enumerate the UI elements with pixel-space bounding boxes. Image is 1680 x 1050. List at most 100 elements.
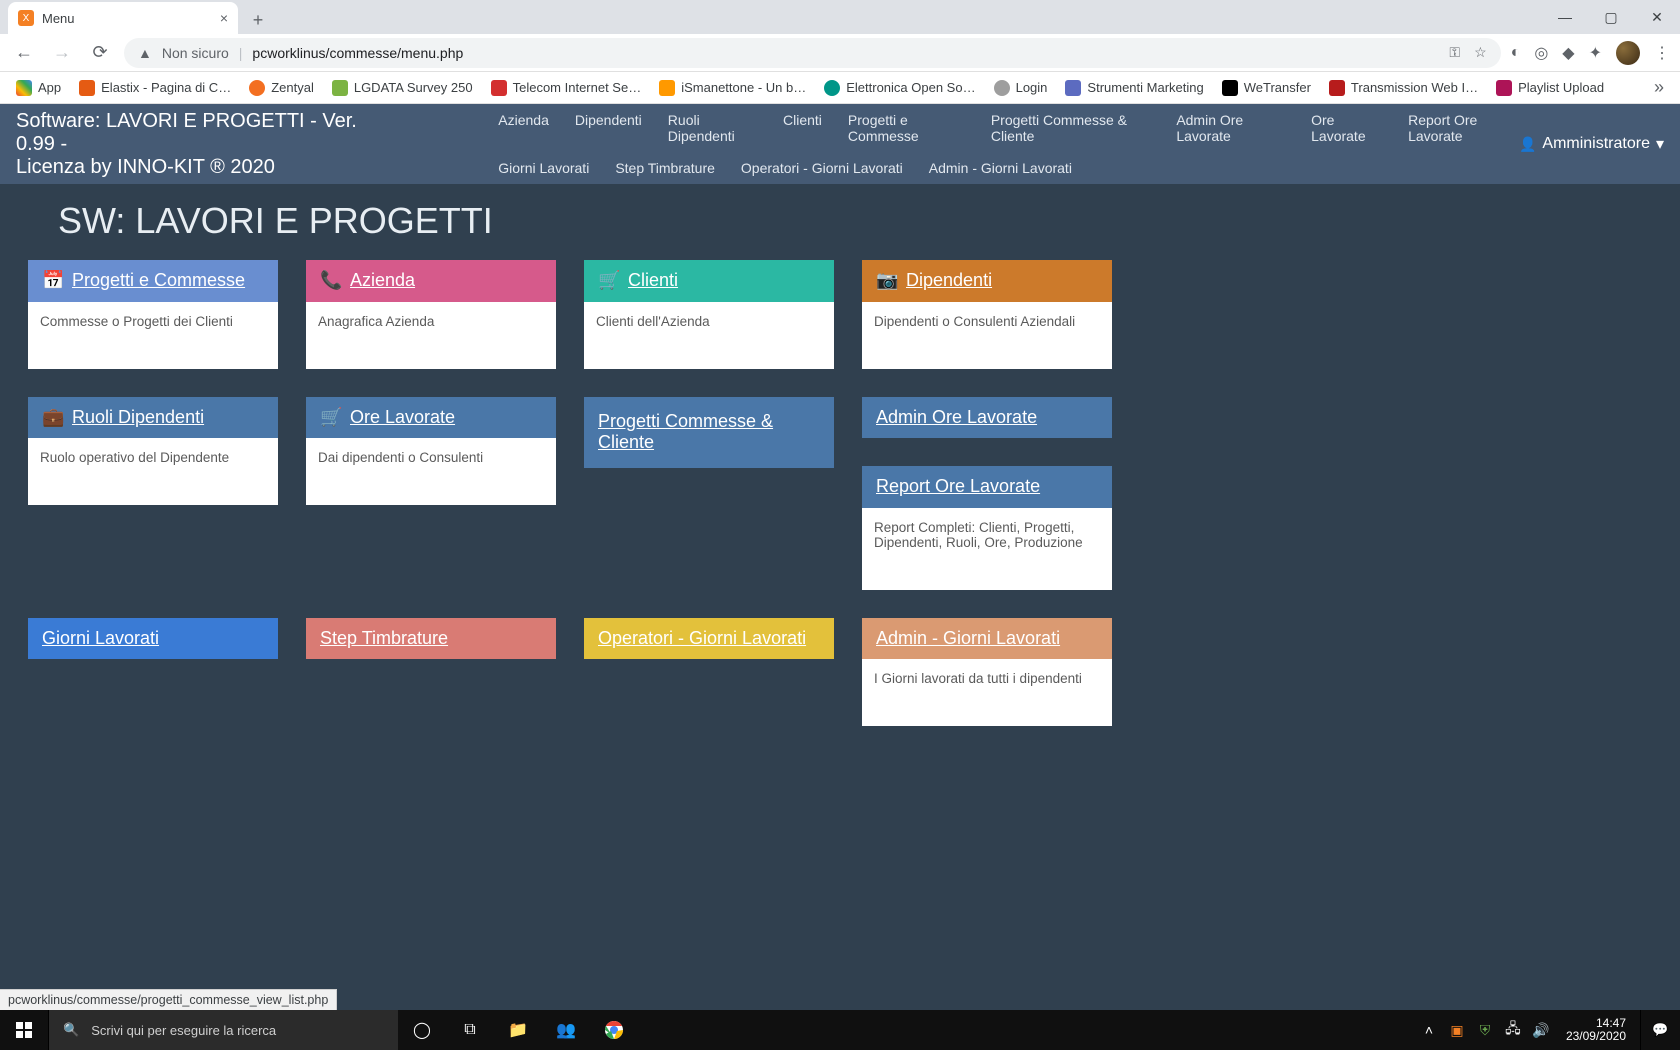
bookmark-label: LGDATA Survey 250	[354, 80, 473, 95]
nav-dipendenti[interactable]: Dipendenti	[575, 112, 642, 144]
browser-tab-active[interactable]: X Menu ×	[8, 2, 238, 34]
card-title[interactable]: Azienda	[350, 270, 415, 292]
card-header[interactable]: 🛒 Ore Lavorate	[306, 397, 556, 439]
phone-icon: 📞	[320, 270, 338, 291]
cortana-icon[interactable]: ◯	[398, 1010, 446, 1050]
card-header[interactable]: 📅 Progetti e Commesse	[28, 260, 278, 302]
tray-volume-icon[interactable]: 🔊	[1532, 1022, 1550, 1039]
card-title[interactable]: Operatori - Giorni Lavorati	[598, 628, 806, 650]
extension-icon-2[interactable]: ◎	[1534, 43, 1548, 63]
nav-azienda[interactable]: Azienda	[498, 112, 549, 144]
bookmark-telecom[interactable]: Telecom Internet Se…	[491, 80, 642, 96]
app-brand[interactable]: Software: LAVORI E PROGETTI - Ver. 0.99 …	[16, 104, 378, 184]
card-header[interactable]: Admin - Giorni Lavorati	[862, 618, 1112, 660]
nav-admin-giorni-lavorati[interactable]: Admin - Giorni Lavorati	[929, 160, 1072, 176]
tray-security-icon[interactable]: ⛨	[1476, 1022, 1494, 1039]
bookmark-playlist[interactable]: Playlist Upload	[1496, 80, 1604, 96]
card-title[interactable]: Progetti Commesse & Cliente	[598, 411, 820, 454]
card-row-3: Giorni Lavorati Step Timbrature Operator…	[28, 618, 1652, 727]
card-header[interactable]: 💼 Ruoli Dipendenti	[28, 397, 278, 439]
card-header[interactable]: 📷 Dipendenti	[862, 260, 1112, 302]
extension-icon-1[interactable]: ◐	[1511, 44, 1521, 62]
nav-progetti-commesse-cliente[interactable]: Progetti Commesse & Cliente	[991, 112, 1150, 144]
card-title[interactable]: Giorni Lavorati	[42, 628, 159, 650]
card-title[interactable]: Ruoli Dipendenti	[72, 407, 204, 429]
card-title[interactable]: Progetti e Commesse	[72, 270, 245, 292]
card-header[interactable]: Report Ore Lavorate	[862, 466, 1112, 508]
nav-report-ore-lavorate[interactable]: Report Ore Lavorate	[1408, 112, 1519, 144]
bookmark-label: Strumenti Marketing	[1087, 80, 1203, 95]
taskbar-search[interactable]: 🔍 Scrivi qui per eseguire la ricerca	[48, 1010, 398, 1050]
card-header[interactable]: Operatori - Giorni Lavorati	[584, 618, 834, 660]
task-view-icon[interactable]: ⧉	[446, 1010, 494, 1050]
nav-giorni-lavorati[interactable]: Giorni Lavorati	[498, 160, 589, 176]
action-center-icon[interactable]: 💬	[1640, 1010, 1680, 1050]
extensions-puzzle-icon[interactable]: ✦	[1589, 43, 1602, 63]
bookmark-label: Elastix - Pagina di C…	[101, 80, 231, 95]
new-tab-button[interactable]: +	[244, 6, 272, 34]
nav-progetti-commesse[interactable]: Progetti e Commesse	[848, 112, 965, 144]
card-title[interactable]: Ore Lavorate	[350, 407, 455, 429]
card-title[interactable]: Dipendenti	[906, 270, 992, 292]
password-key-icon[interactable]: ⚿	[1449, 44, 1460, 61]
card-body: Ruolo operativo del Dipendente	[28, 438, 278, 505]
card-header[interactable]: Progetti Commesse & Cliente	[584, 397, 834, 468]
omnibox[interactable]: ▲ Non sicuro | pcworklinus/commesse/menu…	[124, 38, 1501, 68]
file-explorer-icon[interactable]: 📁	[494, 1010, 542, 1050]
nav-ore-lavorate[interactable]: Ore Lavorate	[1311, 112, 1382, 144]
card-title[interactable]: Admin Ore Lavorate	[876, 407, 1037, 429]
profile-avatar-icon[interactable]	[1616, 41, 1640, 65]
bookmark-zentyal[interactable]: Zentyal	[249, 80, 314, 96]
window-maximize-button[interactable]: ▢	[1588, 0, 1634, 34]
bookmark-star-icon[interactable]: ☆	[1474, 44, 1487, 61]
card-header[interactable]: Step Timbrature	[306, 618, 556, 660]
nav-operatori-giorni-lavorati[interactable]: Operatori - Giorni Lavorati	[741, 160, 903, 176]
nav-admin-ore-lavorate[interactable]: Admin Ore Lavorate	[1176, 112, 1285, 144]
bookmark-login[interactable]: Login	[994, 80, 1048, 96]
start-button[interactable]	[0, 1010, 48, 1050]
bookmarks-overflow-icon[interactable]: »	[1654, 77, 1664, 98]
tray-chevron-up-icon[interactable]: ˄	[1420, 1022, 1438, 1038]
bookmark-transmission[interactable]: Transmission Web I…	[1329, 80, 1478, 96]
chrome-icon[interactable]	[590, 1010, 638, 1050]
extension-icon-3[interactable]: ◆	[1562, 43, 1574, 63]
nav-back-button[interactable]: ←	[10, 39, 38, 67]
tray-network-icon[interactable]: 🖧	[1504, 1018, 1522, 1042]
window-minimize-button[interactable]: ―	[1542, 0, 1588, 34]
app-title-line2: Licenza by INNO-KIT ® 2020	[16, 156, 378, 179]
card-header[interactable]: Admin Ore Lavorate	[862, 397, 1112, 439]
close-tab-icon[interactable]: ×	[220, 10, 228, 26]
teams-icon[interactable]: 👥	[542, 1010, 590, 1050]
card-title[interactable]: Clienti	[628, 270, 678, 292]
clock-date: 23/09/2020	[1566, 1030, 1626, 1043]
card-title[interactable]: Report Ore Lavorate	[876, 476, 1040, 498]
tray-app-icon[interactable]: ▣	[1448, 1022, 1466, 1039]
bookmark-ismanettone[interactable]: iSmanettone - Un b…	[659, 80, 806, 96]
bookmark-strumenti[interactable]: Strumenti Marketing	[1065, 80, 1203, 96]
chrome-menu-icon[interactable]: ⋮	[1654, 43, 1670, 63]
card-title[interactable]: Admin - Giorni Lavorati	[876, 628, 1060, 650]
bookmark-elastix[interactable]: Elastix - Pagina di C…	[79, 80, 231, 96]
nav-clienti[interactable]: Clienti	[783, 112, 822, 144]
bookmark-wetransfer[interactable]: WeTransfer	[1222, 80, 1311, 96]
card-header[interactable]: 📞 Azienda	[306, 260, 556, 302]
user-menu[interactable]: 👤 Amministratore ▾	[1519, 104, 1664, 184]
cart-icon: 🛒	[598, 270, 616, 291]
taskbar-clock[interactable]: 14:47 23/09/2020	[1560, 1017, 1632, 1043]
card-title[interactable]: Step Timbrature	[320, 628, 448, 650]
window-controls: ― ▢ ✕	[1542, 0, 1680, 34]
bookmark-lgdata[interactable]: LGDATA Survey 250	[332, 80, 473, 96]
nav-step-timbrature[interactable]: Step Timbrature	[615, 160, 715, 176]
nav-forward-button[interactable]: →	[48, 39, 76, 67]
window-close-button[interactable]: ✕	[1634, 0, 1680, 34]
card-header[interactable]: 🛒 Clienti	[584, 260, 834, 302]
card-header[interactable]: Giorni Lavorati	[28, 618, 278, 660]
bookmark-icon	[491, 80, 507, 96]
card-body: Dai dipendenti o Consulenti	[306, 438, 556, 505]
nav-reload-button[interactable]: ⟳	[86, 39, 114, 67]
bookmark-elettronica[interactable]: Elettronica Open So…	[824, 80, 975, 96]
bookmark-apps[interactable]: App	[16, 80, 61, 96]
card-dipendenti: 📷 Dipendenti Dipendenti o Consulenti Azi…	[862, 260, 1112, 369]
bookmark-label: Elettronica Open So…	[846, 80, 975, 95]
nav-ruoli-dipendenti[interactable]: Ruoli Dipendenti	[668, 112, 757, 144]
